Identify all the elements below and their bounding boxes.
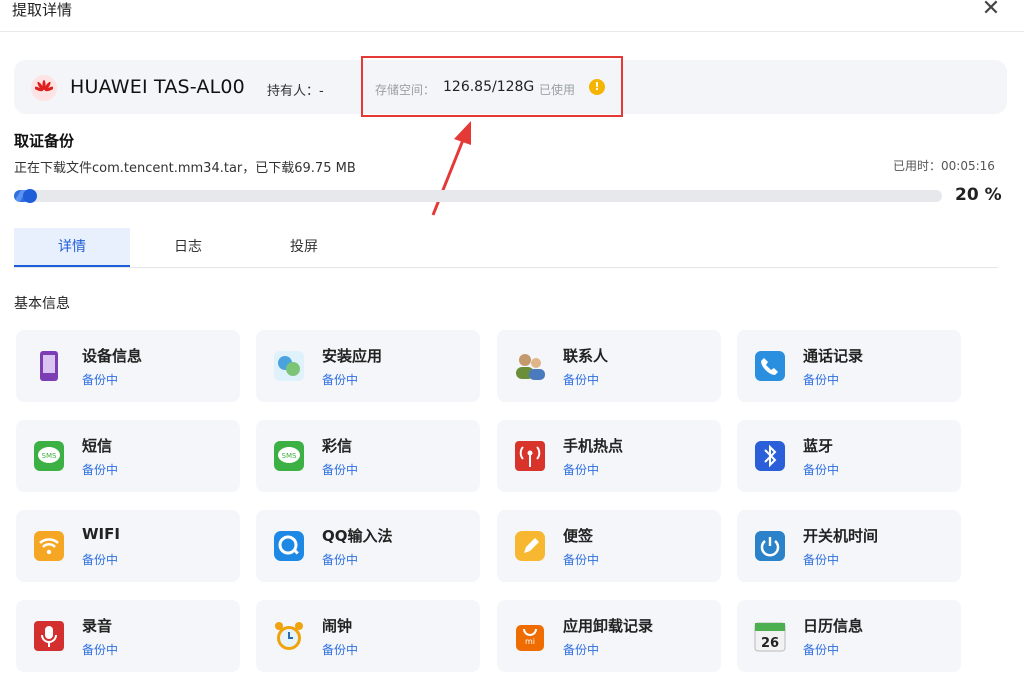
backup-item-status: 备份中 bbox=[563, 463, 600, 477]
phone-icon bbox=[32, 349, 66, 383]
backup-item-name: QQ输入法 bbox=[322, 527, 393, 545]
backup-item-status: 备份中 bbox=[82, 463, 119, 477]
backup-item-status: 备份中 bbox=[82, 373, 119, 387]
mms-icon: SMS bbox=[272, 439, 306, 473]
uninstall-icon: mi bbox=[513, 619, 547, 653]
backup-item-status: 备份中 bbox=[563, 373, 600, 387]
backup-item-card[interactable]: 开关机时间 备份中 bbox=[737, 510, 961, 582]
annotation-arrow-icon bbox=[431, 121, 471, 216]
svg-text:26: 26 bbox=[761, 636, 779, 651]
svg-text:SMS: SMS bbox=[282, 452, 297, 460]
backup-item-card[interactable]: 手机热点 备份中 bbox=[497, 420, 721, 492]
tab-log[interactable]: 日志 bbox=[130, 228, 246, 267]
backup-item-status: 备份中 bbox=[82, 553, 119, 567]
progress-knob bbox=[23, 189, 37, 203]
backup-item-name: 便签 bbox=[563, 527, 594, 545]
backup-item-card[interactable]: WIFI 备份中 bbox=[16, 510, 240, 582]
backup-item-card[interactable]: mi 应用卸载记录备份中 bbox=[497, 600, 721, 672]
backup-item-name: 联系人 bbox=[563, 347, 609, 365]
backup-section-title: 取证备份 bbox=[14, 132, 75, 150]
huawei-logo-icon bbox=[31, 75, 57, 101]
backup-item-name: 通话记录 bbox=[803, 347, 864, 365]
backup-item-card[interactable]: 蓝牙 备份中 bbox=[737, 420, 961, 492]
device-name: HUAWEI TAS-AL00 bbox=[70, 76, 245, 98]
tab-details[interactable]: 详情 bbox=[14, 228, 130, 267]
download-status: 正在下载文件com.tencent.mm34.tar，已下载69.75 MB bbox=[14, 161, 356, 176]
annotation-highlight-box bbox=[361, 56, 623, 117]
backup-item-status: 备份中 bbox=[82, 643, 119, 657]
backup-item-status: 备份中 bbox=[322, 373, 359, 387]
notes-icon bbox=[513, 529, 547, 563]
backup-item-name: 日历信息 bbox=[803, 617, 864, 635]
backup-item-name: 蓝牙 bbox=[803, 437, 834, 455]
elapsed-time: 已用时：00:05:16 bbox=[893, 159, 995, 173]
backup-item-status: 备份中 bbox=[803, 643, 840, 657]
holder-label: 持有人：- bbox=[267, 84, 324, 99]
backup-item-card[interactable]: QQ输入法备份中 bbox=[256, 510, 480, 582]
backup-item-name: 短信 bbox=[82, 437, 113, 455]
progress-percent: 20 % bbox=[955, 185, 1002, 205]
backup-item-name: 录音 bbox=[82, 617, 113, 635]
calendar-icon: 26 bbox=[753, 619, 787, 653]
tab-screen-cast[interactable]: 投屏 bbox=[246, 228, 362, 267]
backup-item-card[interactable]: 26 日历信息备份中 bbox=[737, 600, 961, 672]
backup-item-status: 备份中 bbox=[322, 643, 359, 657]
svg-text:SMS: SMS bbox=[42, 452, 57, 460]
call-log-icon bbox=[753, 349, 787, 383]
backup-item-status: 备份中 bbox=[803, 373, 840, 387]
backup-item-status: 备份中 bbox=[563, 643, 600, 657]
backup-item-name: WIFI bbox=[82, 525, 120, 543]
backup-item-name: 应用卸载记录 bbox=[563, 617, 654, 635]
power-icon bbox=[753, 529, 787, 563]
apps-icon bbox=[272, 349, 306, 383]
backup-item-name: 手机热点 bbox=[563, 437, 624, 455]
backup-item-name: 闹钟 bbox=[322, 617, 353, 635]
backup-item-name: 开关机时间 bbox=[803, 527, 879, 545]
backup-item-status: 备份中 bbox=[322, 463, 359, 477]
bluetooth-icon bbox=[753, 439, 787, 473]
tab-bar: 详情 日志 投屏 bbox=[14, 228, 998, 268]
title-bar: 提取详情 ✕ bbox=[0, 0, 1024, 32]
backup-item-name: 安装应用 bbox=[322, 347, 383, 365]
backup-item-status: 备份中 bbox=[803, 463, 840, 477]
hotspot-icon bbox=[513, 439, 547, 473]
wifi-icon bbox=[32, 529, 66, 563]
backup-item-card[interactable]: 录音 备份中 bbox=[16, 600, 240, 672]
close-icon[interactable]: ✕ bbox=[976, 0, 1006, 24]
alarm-clock-icon bbox=[272, 619, 306, 653]
svg-text:mi: mi bbox=[525, 637, 535, 646]
backup-item-card[interactable]: 便签 备份中 bbox=[497, 510, 721, 582]
backup-item-card[interactable]: 闹钟 备份中 bbox=[256, 600, 480, 672]
backup-item-card[interactable]: 联系人 备份中 bbox=[497, 330, 721, 402]
backup-item-card[interactable]: 安装应用 备份中 bbox=[256, 330, 480, 402]
backup-item-name: 设备信息 bbox=[82, 347, 143, 365]
backup-item-status: 备份中 bbox=[322, 553, 359, 567]
microphone-icon bbox=[32, 619, 66, 653]
backup-item-card[interactable]: 设备信息 备份中 bbox=[16, 330, 240, 402]
progress-bar bbox=[14, 189, 942, 203]
backup-item-status: 备份中 bbox=[803, 553, 840, 567]
backup-item-status: 备份中 bbox=[563, 553, 600, 567]
window-title: 提取详情 bbox=[12, 1, 73, 19]
backup-item-card[interactable]: 通话记录 备份中 bbox=[737, 330, 961, 402]
sms-icon: SMS bbox=[32, 439, 66, 473]
backup-item-card[interactable]: SMS 短信备份中 bbox=[16, 420, 240, 492]
basic-info-title: 基本信息 bbox=[14, 296, 70, 312]
contacts-icon bbox=[513, 349, 547, 383]
backup-item-card[interactable]: SMS 彩信备份中 bbox=[256, 420, 480, 492]
qq-input-icon bbox=[272, 529, 306, 563]
backup-item-name: 彩信 bbox=[322, 437, 353, 455]
